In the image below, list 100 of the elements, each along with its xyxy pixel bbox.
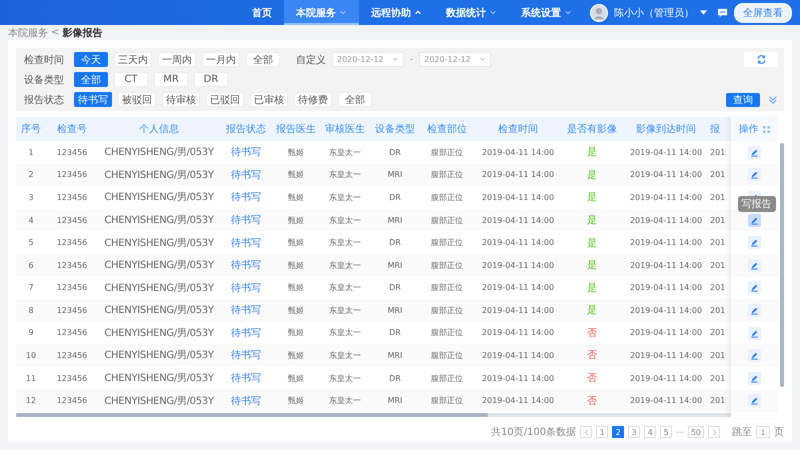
review-doctor: 东皇太一 (328, 192, 362, 203)
body-part: 腹部正位 (430, 350, 464, 361)
row-number: 6 (27, 260, 35, 270)
patient-info: CHENYISHENG/男/053Y (103, 236, 215, 250)
image-status-text: 是 (586, 304, 598, 318)
report-doctor: 甄姬 (287, 214, 305, 226)
page-ellipsis: ··· (676, 428, 684, 436)
review-doctor: 东皇太一 (328, 327, 362, 338)
arrival-time: 2019-04-11 14:00 (628, 396, 704, 406)
report-doctor: 甄姬 (287, 146, 305, 158)
exam-time: 2019-04-11 14:00 (480, 260, 556, 270)
patient-info: CHENYISHENG/男/053Y (103, 168, 215, 182)
exam-time: 2019-04-11 14:00 (480, 148, 556, 157)
exam-number: 123456 (56, 260, 88, 270)
exam-time: 2019-04-11 14:00 (480, 350, 556, 360)
goto-label: 跳至 (732, 426, 752, 439)
patient-info: CHENYISHENG/男/053Y (103, 214, 215, 227)
review-doctor: 东皇太一 (328, 304, 362, 316)
patient-info: CHENYISHENG/男/053Y (103, 259, 215, 272)
device-type: DR (388, 328, 402, 338)
row-number: 8 (27, 306, 35, 315)
column-header: 检查部位 (426, 122, 468, 136)
review-doctor: 东皇太一 (328, 395, 362, 406)
table-cell-text: 201 (710, 350, 726, 360)
exam-time: 2019-04-11 14:00 (480, 238, 556, 248)
body-part: 腹部正位 (430, 260, 464, 271)
image-status-text: 否 (586, 394, 598, 408)
row-number: 5 (27, 238, 35, 248)
filter-label: 检查时间 (24, 54, 65, 66)
breadcrumb-current: 影像报告 (62, 26, 102, 40)
custom-label: 自定义 (296, 54, 326, 66)
exam-number: 123456 (56, 306, 88, 315)
exam-time: 2019-04-11 14:00 (480, 396, 556, 406)
row-number: 4 (27, 216, 35, 224)
body-part: 腹部正位 (430, 372, 464, 384)
patient-info: CHENYISHENG/男/053Y (103, 146, 215, 160)
body-part: 腹部正位 (430, 169, 464, 180)
device-type: MRI (386, 396, 404, 406)
review-doctor: 东皇太一 (328, 237, 362, 248)
exam-time: 2019-04-11 14:00 (480, 170, 556, 180)
device-type: DR (388, 148, 402, 157)
breadcrumb-separator: < (51, 27, 60, 38)
review-doctor: 东皇太一 (328, 146, 362, 158)
patient-info: CHENYISHENG/男/053Y (103, 349, 215, 362)
table-cell-text: 201 (710, 328, 726, 338)
exam-number: 123456 (56, 374, 88, 383)
report-doctor: 甄姬 (287, 372, 305, 384)
body-part: 腹部正位 (430, 304, 464, 316)
body-part: 腹部正位 (430, 237, 464, 248)
row-number: 7 (27, 283, 35, 292)
tooltip: 写报告 (738, 196, 776, 212)
review-doctor: 东皇太一 (328, 169, 362, 180)
exam-time: 2019-04-11 14:00 (480, 306, 556, 315)
exam-time: 2019-04-11 14:00 (480, 328, 556, 338)
arrival-time: 2019-04-11 14:00 (628, 238, 704, 248)
filter-label: 设备类型 (24, 74, 65, 86)
patient-info: CHENYISHENG/男/053Y (103, 372, 215, 386)
body-part: 腹部正位 (430, 146, 464, 158)
patient-info: CHENYISHENG/男/053Y (103, 191, 215, 204)
table-cell-text: 201 (710, 306, 726, 315)
table-cell-text: 201 (710, 192, 726, 202)
table-cell-text: 201 (710, 216, 726, 224)
arrival-time: 2019-04-11 14:00 (628, 283, 704, 292)
row-number: 10 (24, 350, 38, 360)
exam-number: 123456 (56, 192, 88, 202)
arrival-time: 2019-04-11 14:00 (628, 350, 704, 360)
table-cell-text: 201 (710, 374, 726, 383)
table-cell-text: 201 (710, 148, 726, 157)
device-type: MRI (386, 260, 404, 270)
arrival-time: 2019-04-11 14:00 (628, 260, 704, 270)
row-number: 3 (27, 192, 35, 202)
page-summary: 共10页/100条数据 (490, 426, 576, 439)
device-type: DR (388, 283, 402, 292)
column-header: 序号 (20, 122, 42, 136)
column-header: 检查号 (56, 122, 88, 136)
image-status-text: 否 (586, 326, 598, 340)
image-status-text: 否 (586, 372, 598, 386)
arrival-time: 2019-04-11 14:00 (628, 374, 704, 383)
image-status-text: 是 (586, 214, 598, 227)
report-doctor: 甄姬 (287, 327, 305, 338)
table-cell-text: 201 (710, 283, 726, 292)
device-type: MRI (386, 306, 404, 315)
image-status-text: 是 (586, 259, 598, 272)
image-status-text: 否 (586, 349, 598, 362)
exam-number: 123456 (56, 170, 88, 180)
table-cell-text: 201 (710, 238, 726, 248)
arrival-time: 2019-04-11 14:00 (628, 170, 704, 180)
body-part: 腹部正位 (430, 192, 464, 203)
exam-time: 2019-04-11 14:00 (480, 192, 556, 202)
filter-label: 报告状态 (24, 94, 65, 106)
image-status-text: 是 (586, 282, 598, 295)
patient-info: CHENYISHENG/男/053Y (103, 394, 215, 408)
column-header: 审核医生 (324, 122, 366, 136)
arrival-time: 2019-04-11 14:00 (628, 216, 704, 224)
report-doctor: 甄姬 (287, 282, 305, 294)
review-doctor: 东皇太一 (328, 282, 362, 294)
exam-number: 123456 (56, 238, 88, 248)
report-doctor: 甄姬 (287, 169, 305, 180)
report-doctor: 甄姬 (287, 350, 305, 361)
body-part: 腹部正位 (430, 214, 464, 226)
